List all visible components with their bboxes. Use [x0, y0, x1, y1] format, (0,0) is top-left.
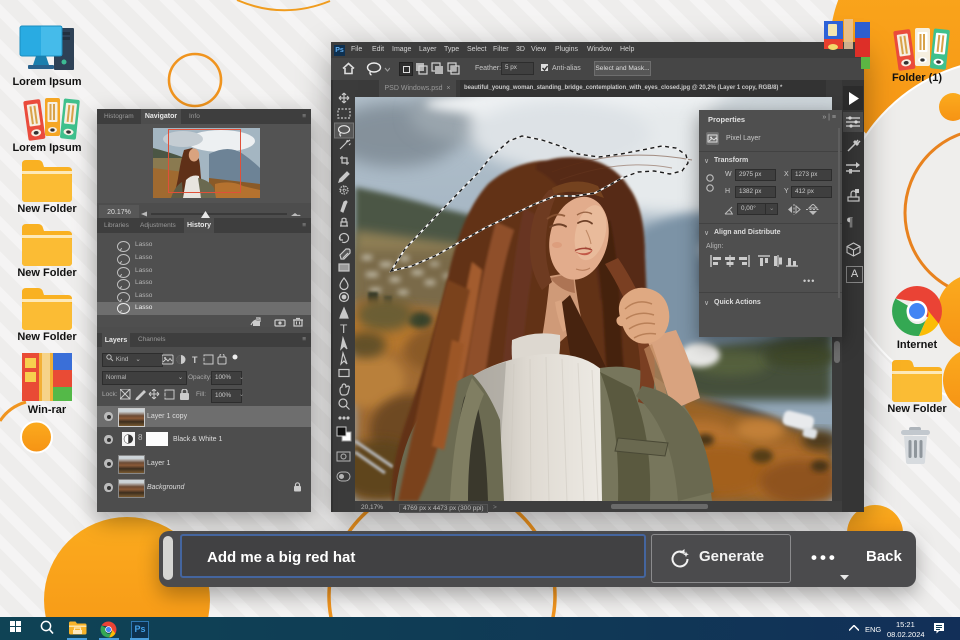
svg-text:¶: ¶	[847, 214, 853, 228]
svg-text:T: T	[192, 355, 198, 365]
svg-text:T: T	[340, 322, 348, 336]
